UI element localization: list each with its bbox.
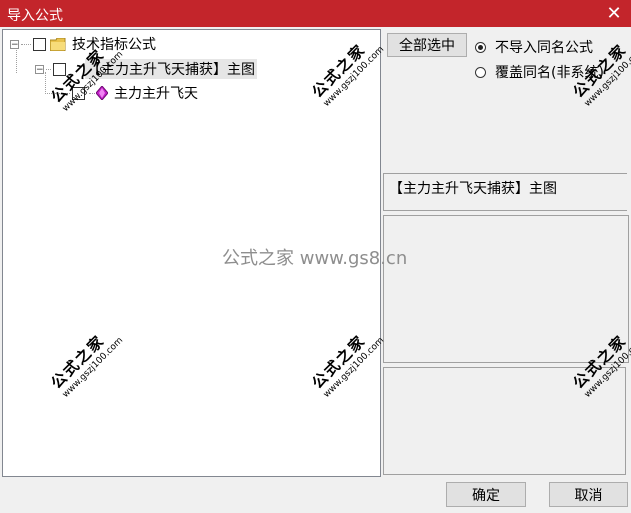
select-all-button[interactable]: 全部选中 bbox=[387, 33, 467, 57]
tree-node-label: 主力主升飞天 bbox=[114, 86, 198, 102]
ok-button[interactable]: 确定 bbox=[446, 482, 526, 507]
footer-bar: 确定 取消 bbox=[0, 478, 631, 513]
tree-connector bbox=[21, 43, 31, 45]
radio-skip-duplicates[interactable]: 不导入同名公式 bbox=[475, 37, 593, 57]
radio-overwrite-indicator[interactable] bbox=[475, 66, 486, 78]
window-title: 导入公式 bbox=[7, 8, 63, 24]
collapse-expander[interactable]: − bbox=[35, 64, 44, 74]
radio-skip-label: 不导入同名公式 bbox=[495, 40, 593, 56]
watermark-center: 公式之家 www.gs8.cn bbox=[222, 248, 408, 269]
close-icon: ✕ bbox=[606, 3, 622, 24]
formula-name-box: 【主力主升飞天捕获】主图 bbox=[383, 173, 627, 211]
description-panel bbox=[383, 215, 629, 363]
radio-skip-indicator[interactable] bbox=[475, 41, 486, 53]
collapse-expander[interactable]: − bbox=[10, 39, 19, 49]
cancel-button[interactable]: 取消 bbox=[549, 482, 628, 507]
tree-connector bbox=[46, 68, 51, 70]
close-button[interactable]: ✕ bbox=[597, 0, 631, 27]
title-bar: 导入公式 ✕ bbox=[0, 0, 631, 27]
tree-node-root[interactable]: − 技术指标公式 bbox=[10, 34, 156, 54]
folder-icon bbox=[50, 37, 66, 51]
root-checkbox[interactable] bbox=[33, 37, 46, 51]
formula-name: 【主力主升飞天捕获】主图 bbox=[389, 181, 557, 197]
